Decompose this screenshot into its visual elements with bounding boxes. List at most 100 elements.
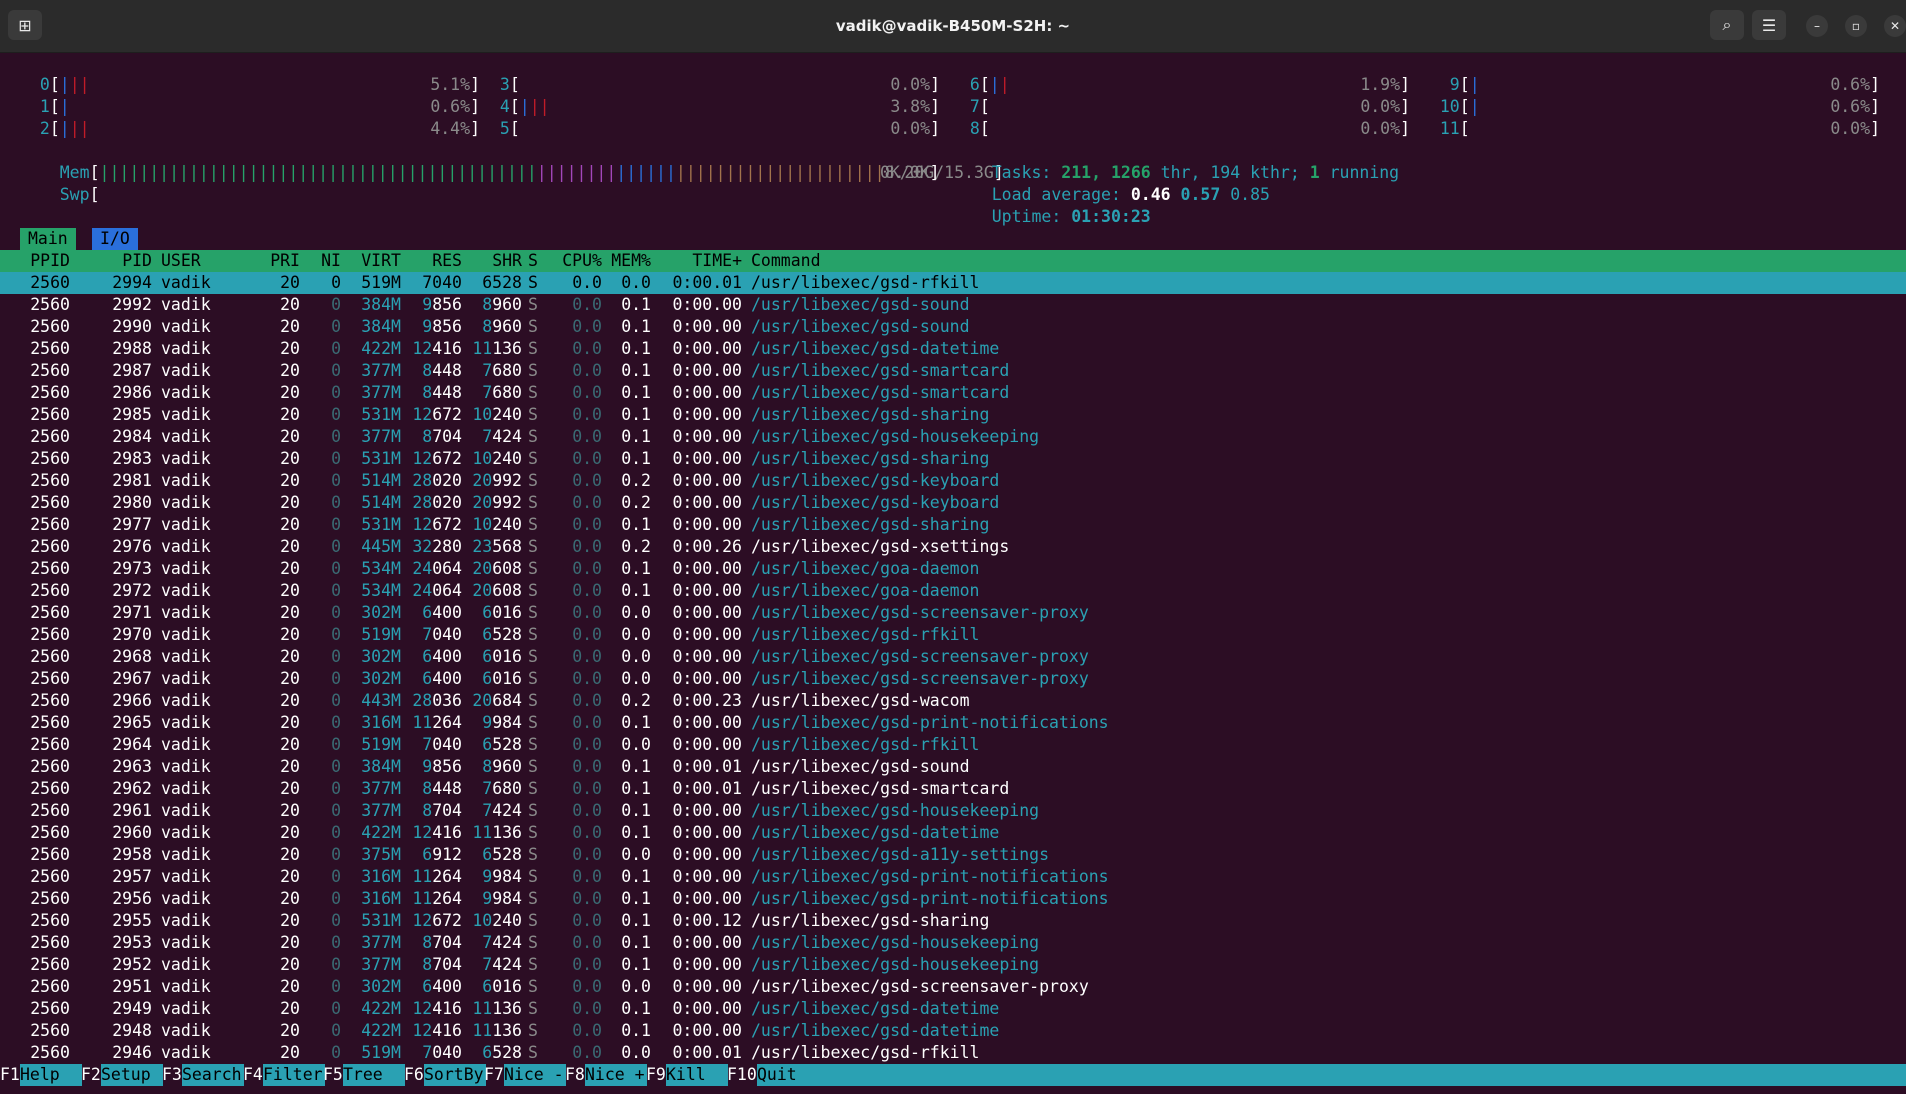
column-header-user[interactable]: USER — [161, 250, 251, 272]
cell-command: /usr/libexec/gsd-print-notifications — [751, 713, 1109, 732]
fkey-f2[interactable]: F2 — [81, 1064, 101, 1086]
cpu-percent: 0.0%] — [1360, 119, 1410, 138]
column-header-shr[interactable]: SHR — [466, 250, 522, 272]
terminal[interactable]: 0[||| 5.1%] 1[| 0.6%] 2[||| 4.4%] 3[0.0%] 4… — [0, 52, 1906, 1094]
search-icon[interactable]: ⌕ — [1710, 10, 1744, 40]
table-row[interactable]: 2560 2980 vadik 20 0 514M 28020 20992 S 0.0 0.2 0:0… — [0, 492, 1906, 514]
table-row[interactable]: 2560 2984 vadik 20 0 377M 8704 7424 S 0.0 0.1 0:00.… — [0, 426, 1906, 448]
table-row[interactable]: 2560 2988 vadik 20 0 422M 12416 11136 S 0.0 0.1 0:0… — [0, 338, 1906, 360]
cell-cpu: 0.0 — [572, 977, 602, 996]
cell-time: 0:00.00 — [672, 427, 742, 446]
cell-virt: 443M — [361, 691, 401, 710]
cell-res: 24064 — [412, 559, 462, 578]
table-row[interactable]: 2560 2965 vadik 20 0 316M 11264 9984 S 0.0 0.1 0:00… — [0, 712, 1906, 734]
table-row[interactable]: 2560 2987 vadik 20 0 377M 8448 7680 S 0.0 0.1 0:00.… — [0, 360, 1906, 382]
fkey-f4[interactable]: F4 — [243, 1064, 263, 1086]
table-row[interactable]: 2560 2957 vadik 20 0 316M 11264 9984 S 0.0 0.1 0:00… — [0, 866, 1906, 888]
table-row[interactable]: 2560 2967 vadik 20 0 302M 6400 6016 S 0.0 0.0 0:00.… — [0, 668, 1906, 690]
table-row[interactable]: 2560 2968 vadik 20 0 302M 6400 6016 S 0.0 0.0 0:00.… — [0, 646, 1906, 668]
fkey-f7[interactable]: F7 — [484, 1064, 504, 1086]
tab-main[interactable]: Main — [20, 228, 76, 250]
table-row[interactable]: 2560 2986 vadik 20 0 377M 8448 7680 S 0.0 0.1 0:00.… — [0, 382, 1906, 404]
table-row[interactable]: 2560 2956 vadik 20 0 316M 11264 9984 S 0.0 0.1 0:00… — [0, 888, 1906, 910]
table-row[interactable]: 2560 2946 vadik 20 0 519M 7040 6528 S 0.0 0.0 0:00.… — [0, 1042, 1906, 1064]
column-header-res[interactable]: RES — [405, 250, 462, 272]
cell-cpu: 0.0 — [572, 889, 602, 908]
column-header-virt[interactable]: VIRT — [345, 250, 401, 272]
fkey-f9[interactable]: F9 — [646, 1064, 666, 1086]
table-row[interactable]: 2560 2983 vadik 20 0 531M 12672 10240 S 0.0 0.1 0:0… — [0, 448, 1906, 470]
cell-user: vadik — [161, 471, 211, 490]
cell-cpu: 0.0 — [572, 647, 602, 666]
fkey-label-kill[interactable]: Kill — [666, 1064, 728, 1086]
table-row[interactable]: 2560 2963 vadik 20 0 384M 9856 8960 S 0.0 0.1 0:00.… — [0, 756, 1906, 778]
fkey-label-tree[interactable]: Tree — [343, 1064, 405, 1086]
cell-ni: 0 — [331, 317, 341, 336]
table-row[interactable]: 2560 2951 vadik 20 0 302M 6400 6016 S 0.0 0.0 0:00.… — [0, 976, 1906, 998]
cell-time: 0:00.00 — [672, 361, 742, 380]
table-row[interactable]: 2560 2962 vadik 20 0 377M 8448 7680 S 0.0 0.1 0:00.… — [0, 778, 1906, 800]
table-row[interactable]: 2560 2949 vadik 20 0 422M 12416 11136 S 0.0 0.1 0:0… — [0, 998, 1906, 1020]
fkey-f10[interactable]: F10 — [727, 1064, 757, 1086]
table-row[interactable]: 2560 2990 vadik 20 0 384M 9856 8960 S 0.0 0.1 0:00.… — [0, 316, 1906, 338]
fkey-label-nice[interactable]: Nice + — [585, 1064, 647, 1086]
cell-virt: 519M — [361, 273, 401, 292]
table-row[interactable]: 2560 2992 vadik 20 0 384M 9856 8960 S 0.0 0.1 0:00.… — [0, 294, 1906, 316]
table-row[interactable]: 2560 2955 vadik 20 0 531M 12672 10240 S 0.0 0.1 0:0… — [0, 910, 1906, 932]
table-row[interactable]: 2560 2981 vadik 20 0 514M 28020 20992 S 0.0 0.2 0:0… — [0, 470, 1906, 492]
maximize-icon[interactable]: ▫ — [1845, 15, 1867, 37]
table-row[interactable]: 2560 2985 vadik 20 0 531M 12672 10240 S 0.0 0.1 0:0… — [0, 404, 1906, 426]
menu-icon[interactable]: ☰ — [1752, 10, 1786, 40]
fkey-f3[interactable]: F3 — [162, 1064, 182, 1086]
table-row[interactable]: 2560 2958 vadik 20 0 375M 6912 6528 S 0.0 0.0 0:00.… — [0, 844, 1906, 866]
fkey-label-help[interactable]: Help — [20, 1064, 82, 1086]
fkey-label-search[interactable]: Search — [182, 1064, 244, 1086]
table-row[interactable]: 2560 2977 vadik 20 0 531M 12672 10240 S 0.0 0.1 0:0… — [0, 514, 1906, 536]
fkey-label-sortby[interactable]: SortBy — [424, 1064, 486, 1086]
column-header-mem[interactable]: MEM% — [608, 250, 651, 272]
column-header-pid[interactable]: PID — [80, 250, 152, 272]
table-row[interactable]: 2560 2970 vadik 20 0 519M 7040 6528 S 0.0 0.0 0:00.… — [0, 624, 1906, 646]
table-row[interactable]: 2560 2952 vadik 20 0 377M 8704 7424 S 0.0 0.1 0:00.… — [0, 954, 1906, 976]
table-row[interactable]: 2560 2948 vadik 20 0 422M 12416 11136 S 0.0 0.1 0:0… — [0, 1020, 1906, 1042]
fkey-label-nice[interactable]: Nice - — [504, 1064, 566, 1086]
table-row[interactable]: 2560 2994 vadik 20 0 519M 7040 6528 S 0.0 0.0 0:00.… — [0, 272, 1906, 294]
table-row[interactable]: 2560 2973 vadik 20 0 534M 24064 20608 S 0.0 0.1 0:0… — [0, 558, 1906, 580]
cell-shr: 20684 — [472, 691, 522, 710]
close-icon[interactable]: ✕ — [1884, 15, 1906, 37]
fkey-f5[interactable]: F5 — [323, 1064, 343, 1086]
column-header-ppid[interactable]: PPID — [20, 250, 70, 272]
column-header-pri[interactable]: PRI — [250, 250, 300, 272]
cell-virt: 302M — [361, 647, 401, 666]
fkey-f1[interactable]: F1 — [0, 1064, 20, 1086]
cell-mem: 0.0 — [621, 669, 651, 688]
cell-time: 0:00.00 — [672, 977, 742, 996]
column-header-time[interactable]: TIME+ — [656, 250, 742, 272]
tab-io[interactable]: I/O — [92, 228, 138, 250]
column-header-ni[interactable]: NI — [305, 250, 341, 272]
fkey-label-setup[interactable]: Setup — [101, 1064, 163, 1086]
table-row[interactable]: 2560 2961 vadik 20 0 377M 8704 7424 S 0.0 0.1 0:00.… — [0, 800, 1906, 822]
cell-res: 7040 — [422, 735, 462, 754]
fkey-label-filter[interactable]: Filter — [263, 1064, 325, 1086]
table-row[interactable]: 2560 2976 vadik 20 0 445M 32280 23568 S 0.0 0.2 0:0… — [0, 536, 1906, 558]
fkey-f8[interactable]: F8 — [565, 1064, 585, 1086]
column-header-cpu[interactable]: CPU% — [550, 250, 602, 272]
table-row[interactable]: 2560 2972 vadik 20 0 534M 24064 20608 S 0.0 0.1 0:0… — [0, 580, 1906, 602]
cell-mem: 0.1 — [621, 317, 651, 336]
uptime-label: Uptime: — [991, 207, 1062, 226]
minimize-icon[interactable]: – — [1806, 15, 1828, 37]
fkey-f6[interactable]: F6 — [404, 1064, 424, 1086]
table-row[interactable]: 2560 2971 vadik 20 0 302M 6400 6016 S 0.0 0.0 0:00.… — [0, 602, 1906, 624]
table-row[interactable]: 2560 2960 vadik 20 0 422M 12416 11136 S 0.0 0.1 0:0… — [0, 822, 1906, 844]
column-header-s[interactable]: S — [528, 250, 546, 272]
cell-pid: 2992 — [112, 295, 152, 314]
column-header-command[interactable]: Command — [751, 250, 1351, 272]
cell-mem: 0.1 — [621, 559, 651, 578]
table-row[interactable]: 2560 2964 vadik 20 0 519M 7040 6528 S 0.0 0.0 0:00.… — [0, 734, 1906, 756]
table-row[interactable]: 2560 2966 vadik 20 0 443M 28036 20684 S 0.0 0.2 0:0… — [0, 690, 1906, 712]
cell-mem: 0.1 — [621, 889, 651, 908]
fkey-label-quit[interactable]: Quit — [757, 1064, 1906, 1086]
cpu-bar: ||| — [519, 97, 550, 116]
table-row[interactable]: 2560 2953 vadik 20 0 377M 8704 7424 S 0.0 0.1 0:00.… — [0, 932, 1906, 954]
